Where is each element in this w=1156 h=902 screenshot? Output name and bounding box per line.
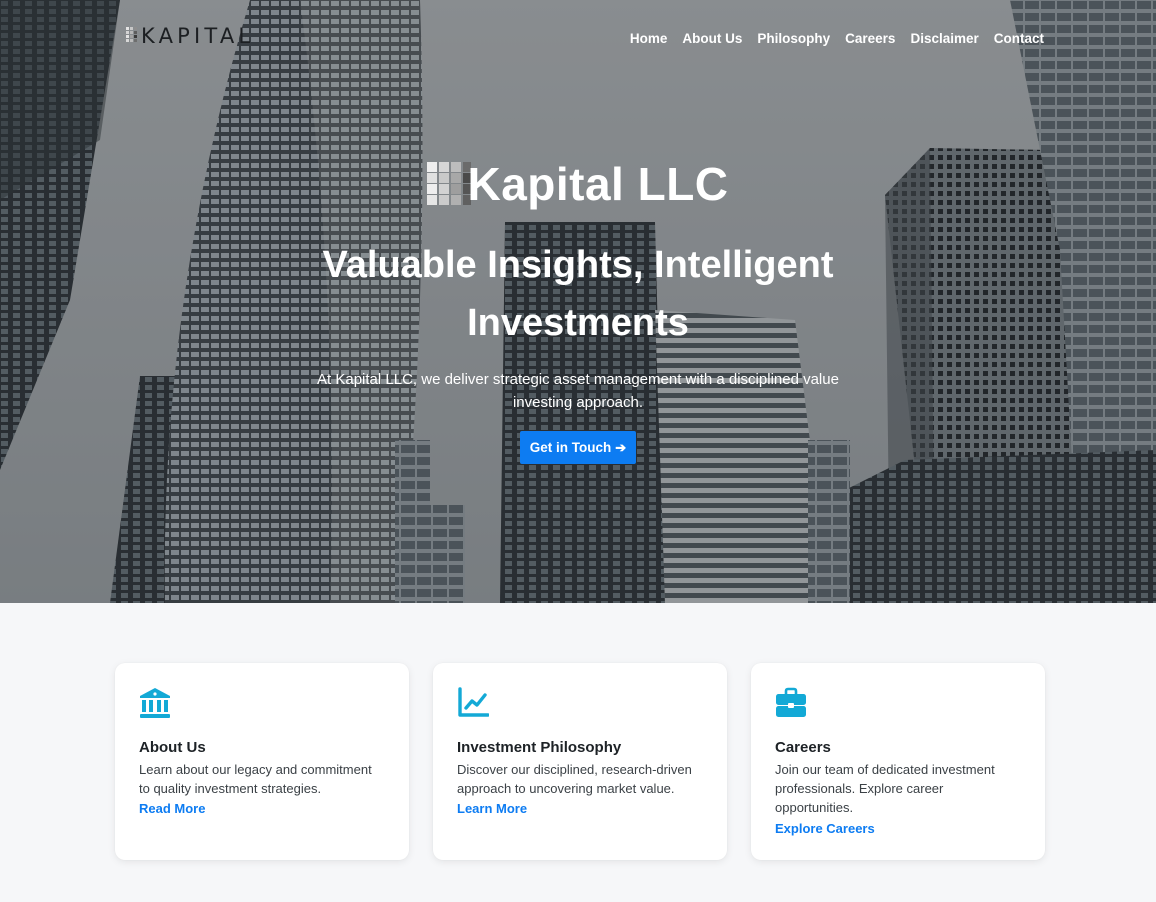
nav-link-disclaimer[interactable]: Disclaimer [910, 30, 978, 48]
hero-subhead: At Kapital LLC, we deliver strategic ass… [317, 371, 839, 411]
top-navbar: KAPITAL Home About Us Philosophy Careers… [0, 0, 1156, 78]
feature-cards: About Us Learn about our legacy and comm… [115, 663, 1045, 860]
logo-grid-icon [126, 27, 137, 42]
nav-link-about-us[interactable]: About Us [682, 30, 742, 48]
card-careers: Careers Join our team of dedicated inves… [751, 663, 1045, 860]
explore-careers-link[interactable]: Explore Careers [775, 819, 875, 838]
card-text: Discover our disciplined, research-drive… [457, 762, 692, 797]
card-about-us: About Us Learn about our legacy and comm… [115, 663, 409, 860]
hero-section: KAPITAL Home About Us Philosophy Careers… [0, 0, 1156, 603]
learn-more-link[interactable]: Learn More [457, 799, 527, 818]
hero-brand-text: Kapital LLC [467, 158, 729, 210]
nav-links: Home About Us Philosophy Careers Disclai… [630, 30, 1044, 48]
get-in-touch-button[interactable]: Get in Touch ➔ [519, 431, 637, 464]
hero-headline: Valuable Insights, Intelligent Investmen… [322, 244, 834, 344]
hero-brand: Kapital LLC [427, 156, 728, 212]
brand-grid-icon [427, 162, 472, 205]
read-more-link[interactable]: Read More [139, 799, 205, 818]
nav-link-contact[interactable]: Contact [994, 30, 1044, 48]
hero-content: Kapital LLC Valuable Insights, Intellige… [0, 156, 1156, 464]
nav-logo[interactable]: KAPITAL [126, 24, 255, 48]
card-text: Join our team of dedicated investment pr… [775, 762, 995, 816]
get-in-touch-label: Get in Touch [529, 440, 612, 455]
nav-link-home[interactable]: Home [630, 30, 668, 48]
card-title: Investment Philosophy [457, 739, 622, 756]
briefcase-icon [776, 687, 806, 717]
bank-icon [140, 688, 170, 718]
nav-link-philosophy[interactable]: Philosophy [757, 30, 830, 48]
card-title: Careers [775, 739, 831, 756]
arrow-right-icon: ➔ [615, 439, 627, 455]
card-title: About Us [139, 739, 206, 756]
chart-line-icon [458, 687, 489, 717]
nav-link-careers[interactable]: Careers [845, 30, 895, 48]
card-text: Learn about our legacy and commitment to… [139, 762, 372, 797]
card-investment-philosophy: Investment Philosophy Discover our disci… [433, 663, 727, 860]
nav-logo-text: KAPITAL [141, 24, 255, 48]
